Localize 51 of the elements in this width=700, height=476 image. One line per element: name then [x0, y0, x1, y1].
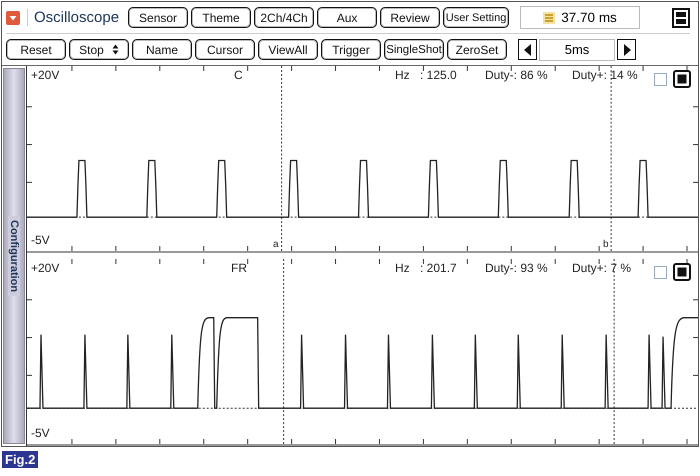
cursor-label: b — [603, 239, 609, 250]
toolbar-button[interactable]: Review — [380, 7, 440, 28]
toolbar-button[interactable]: 2Ch/4Ch — [254, 7, 314, 28]
control-button[interactable]: ZeroSet — [447, 39, 507, 60]
spinner-icon — [112, 44, 119, 55]
toolbar-button[interactable]: Theme — [191, 7, 252, 28]
frequency-label: Hz — [395, 261, 410, 275]
ruler-icon — [543, 12, 556, 24]
timebase-value: 5ms — [539, 38, 615, 60]
frequency-label: Hz — [395, 68, 410, 82]
toolbar-button[interactable]: User Setting — [443, 7, 510, 28]
channel-name: C — [234, 68, 243, 82]
menu-icon[interactable] — [6, 10, 20, 24]
cursor-line[interactable] — [614, 259, 615, 444]
duty-plus-value: Duty+: 14 % — [572, 68, 638, 82]
control-button[interactable]: Cursor — [195, 39, 255, 60]
left-triangle-icon — [524, 44, 532, 56]
toolbar-button[interactable]: Sensor — [128, 7, 188, 28]
checkbox-icon[interactable] — [654, 266, 667, 279]
duty-minus-value: Duty-: 93 % — [485, 261, 548, 275]
control-button[interactable]: SingleShot — [384, 39, 444, 60]
control-button[interactable]: Reset — [6, 39, 66, 60]
app-title: Oscilloscope — [27, 9, 120, 26]
cursor-line[interactable] — [610, 66, 612, 251]
maximize-icon[interactable] — [673, 70, 691, 88]
cursor-label: a — [273, 239, 279, 250]
cursor-line[interactable] — [283, 259, 284, 444]
figure-label: Fig.2 — [2, 451, 38, 468]
side-tab[interactable]: Configuration — [3, 68, 25, 444]
control-button[interactable]: Name — [132, 39, 192, 60]
scale-label: +20V — [31, 261, 60, 275]
previous-button[interactable] — [518, 39, 537, 60]
maximize-icon[interactable] — [673, 263, 691, 281]
time-value: 37.70 ms — [561, 10, 617, 25]
control-button[interactable]: Trigger — [321, 39, 381, 60]
toolbar-button[interactable]: Aux — [317, 7, 378, 28]
duty-plus-value: Duty+: 7 % — [572, 261, 632, 275]
duty-minus-value: Duty-: 86 % — [485, 68, 548, 82]
frequency-value: : 201.7 — [420, 261, 457, 275]
control-button[interactable]: ViewAll — [258, 39, 318, 60]
checkbox-icon[interactable] — [654, 73, 667, 86]
right-triangle-icon — [622, 44, 630, 56]
channel-name: FR — [231, 261, 247, 275]
cursor-line[interactable] — [281, 66, 282, 251]
scale-label: -5V — [31, 426, 50, 440]
scale-label: +20V — [31, 68, 60, 82]
next-button[interactable] — [617, 39, 636, 60]
frequency-value: : 125.0 — [420, 68, 457, 82]
layout-icon[interactable] — [672, 8, 690, 28]
run-stop-select[interactable]: Stop — [69, 39, 129, 60]
scale-label: -5V — [31, 233, 50, 247]
